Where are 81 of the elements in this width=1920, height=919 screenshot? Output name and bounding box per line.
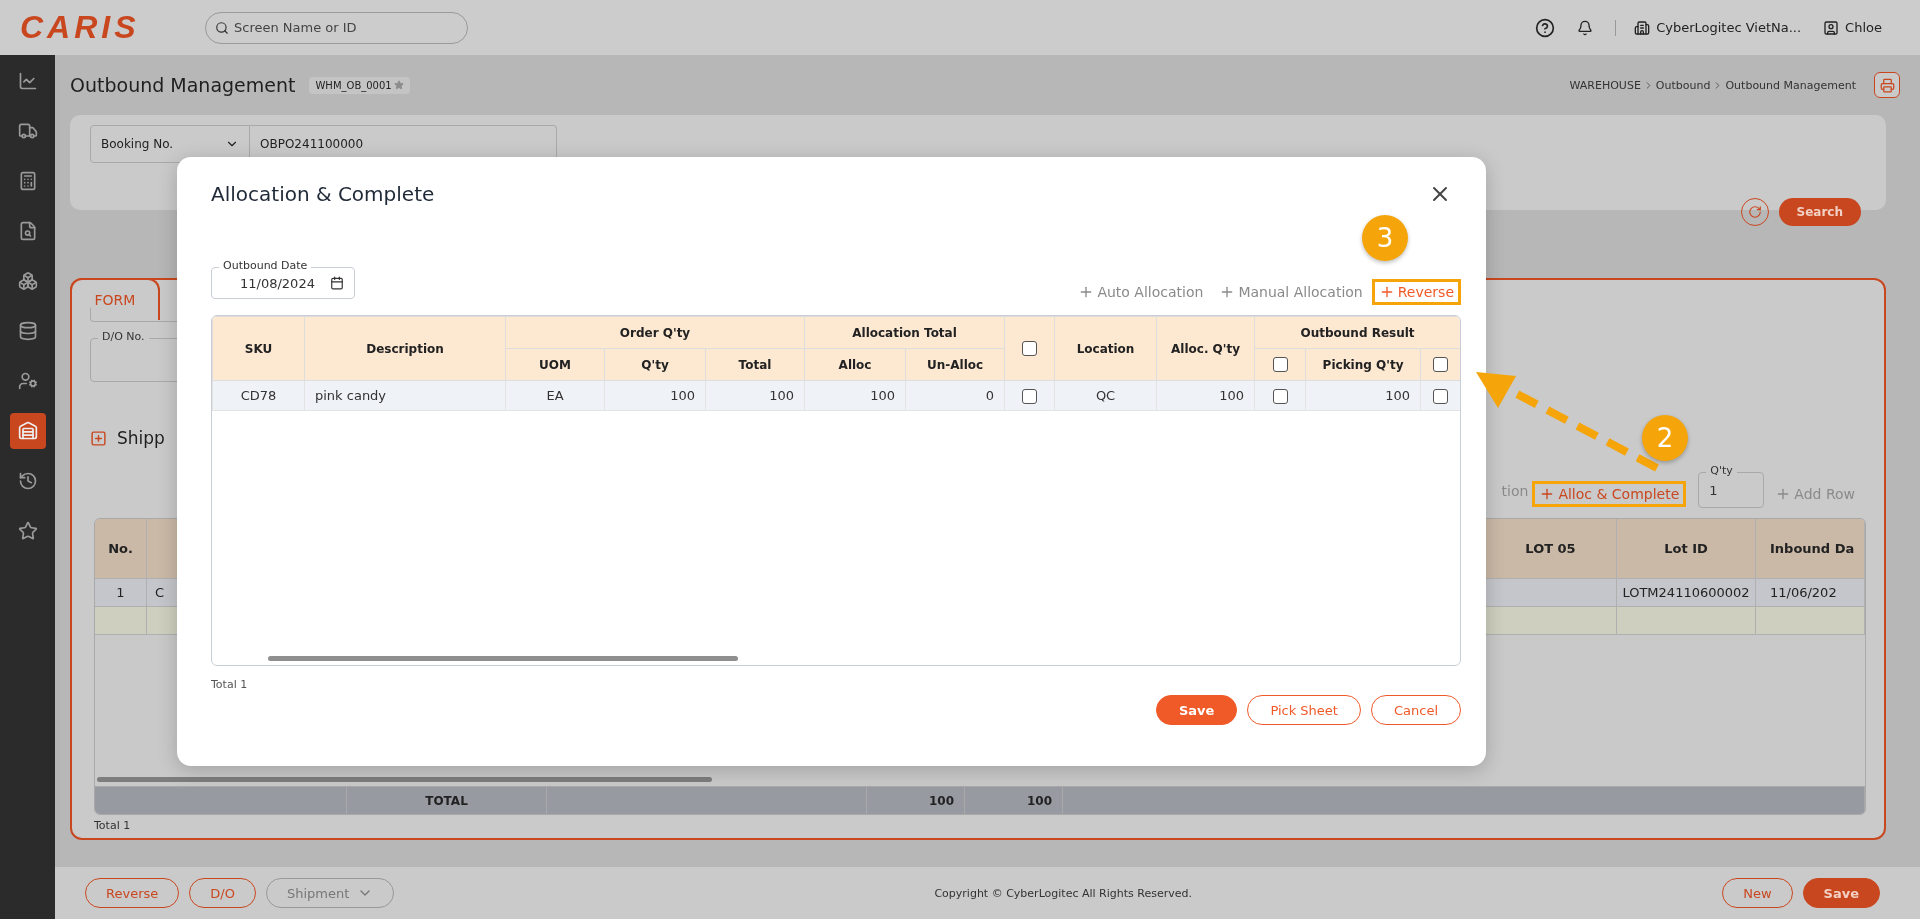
dialog-button[interactable]: Cancel [1370,695,1461,725]
chart-line-icon [17,71,38,91]
dialog-title: Allocation & Complete [211,182,435,206]
refresh-icon [1747,205,1762,219]
boxes-icon [17,271,38,291]
table-cell: 11/06/202 [1756,579,1865,606]
column-header: No. [95,519,147,578]
column-header: Alloc [804,348,906,381]
column-header: Picking Q'ty [1305,348,1421,381]
column-header: Location [1054,316,1157,381]
user-icon [1823,19,1840,36]
printer-icon [1879,77,1895,93]
table-cell: pink candy [304,380,506,411]
page-title: Outbound Management [70,74,296,96]
building-icon [1634,19,1651,36]
column-group-header: Outbound Result [1254,316,1460,349]
database-icon [17,321,38,341]
table-cell: LOTM24110600002 [1617,579,1756,606]
column-header: Total [705,348,805,381]
company-name[interactable]: CyberLogitec VietNa... [1656,20,1802,35]
table-cell: 100 [604,380,706,411]
print-button[interactable] [1874,72,1900,98]
toolbar-action[interactable]: Alloc & Complete [1532,481,1687,507]
column-header: UOM [505,348,605,381]
action-link[interactable]: tion [1501,483,1529,499]
table-cell: EA [505,380,605,411]
expand-icon[interactable] [90,429,107,447]
column-header: Description [304,316,506,381]
table-cell: 0 [905,380,1005,411]
truck-icon [17,121,38,141]
search-field[interactable]: Screen Name or ID [205,11,468,44]
column-header: Un-Alloc [905,348,1005,381]
totals-row: TOTAL 100 100 [95,786,1865,814]
favorite-star-icon[interactable] [393,80,404,90]
section-title: Shipp [117,428,165,448]
column-header: Inbound Da [1756,519,1865,578]
user-name[interactable]: Chloe [1845,20,1882,35]
checkbox[interactable] [1272,357,1288,372]
bell-icon[interactable] [1577,19,1594,36]
table-cell: 100 [705,380,805,411]
table-cell: CD78 [212,380,305,411]
checkbox[interactable] [1022,341,1038,356]
scrollbar[interactable] [97,777,712,782]
form-tab[interactable]: FORM [70,278,160,320]
column-header: Alloc. Q'ty [1156,316,1255,381]
star-icon [17,521,38,541]
table-cell: 100 [1156,380,1255,411]
warehouse-icon [17,421,38,441]
checkbox[interactable] [1433,388,1449,404]
checkbox[interactable] [1272,388,1288,404]
sidebar-item[interactable] [9,413,46,449]
checkbox[interactable] [1433,357,1449,372]
total-count: Total 1 [94,819,132,832]
column-header: SKU [212,316,305,381]
table-cell: 1 [95,579,147,606]
logo: CARIS [20,9,141,46]
column-header: Lot ID [1617,519,1756,578]
breadcrumb-item[interactable]: Outbound Management [1725,78,1856,92]
user-gear-icon [17,371,38,391]
column-group-header: Order Q'ty [505,316,805,349]
dialog-button[interactable]: Pick Sheet [1247,695,1361,725]
screen-id-badge: WHM_OB_0001 [309,76,410,94]
table-cell: QC [1054,380,1157,411]
copyright-text: Copyright © CyberLogitec All Rights Reserved. [933,886,1193,900]
breadcrumb-item[interactable]: WAREHOUSE [1569,78,1641,92]
scrollbar[interactable] [268,656,738,661]
calendar-icon[interactable] [330,276,344,290]
action-button[interactable]: Save [1802,878,1880,908]
search-icon [215,20,229,35]
table-cell: 100 [804,380,906,411]
breadcrumb-item[interactable]: Outbound [1655,78,1711,92]
dialog-button[interactable]: Save [1155,695,1238,725]
history-icon [17,471,38,491]
checkbox[interactable] [1022,388,1038,404]
column-header: Q'ty [604,348,706,381]
table-cell: 100 [1305,380,1421,411]
column-group-header: Allocation Total [804,316,1005,349]
search-button[interactable]: Search [1778,198,1861,226]
toolbar-action[interactable]: Reverse [1371,279,1461,305]
total-count: Total 1 [211,678,249,691]
help-icon[interactable] [1535,17,1556,38]
